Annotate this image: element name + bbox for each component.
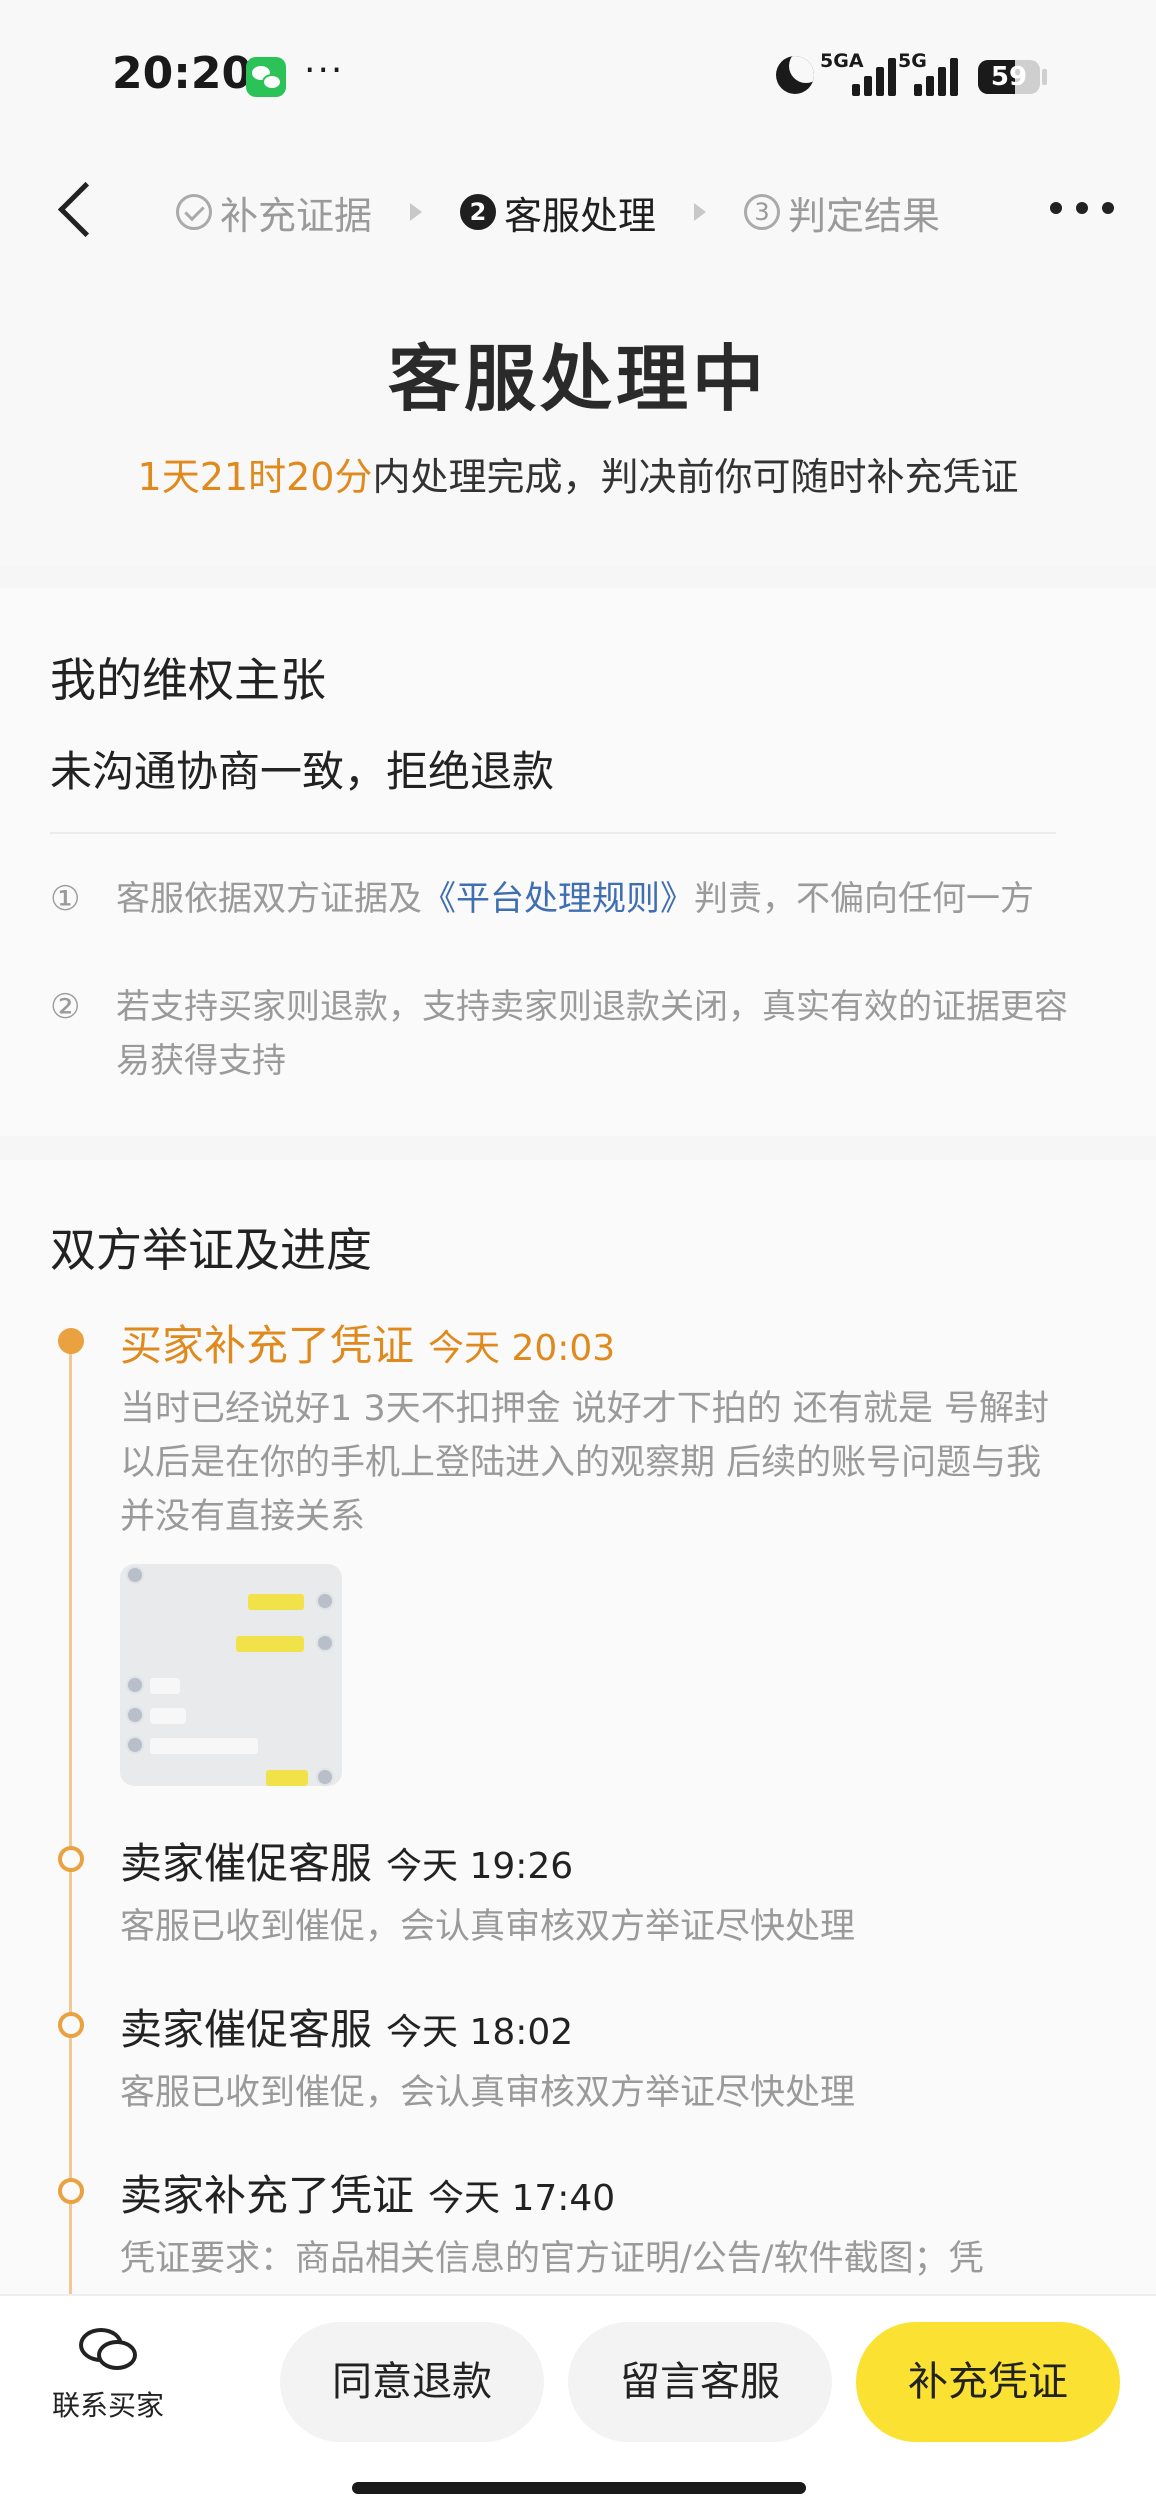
rule-number: ① (50, 879, 81, 919)
rule-item: ② 若支持买家则退款，支持卖家则退款关闭，真实有效的证据更容易获得支持 (50, 980, 1090, 1088)
step-supplement-evidence: 补充证据 (176, 185, 372, 240)
signal-icon-2 (914, 58, 962, 96)
step-label: 补充证据 (220, 193, 373, 238)
contact-buyer-button[interactable]: 联系买家 (40, 2326, 176, 2446)
wechat-icon (246, 57, 286, 97)
timeline-line (69, 1342, 72, 2294)
step-arrow-icon (410, 203, 423, 221)
timeline-head: 卖家催促客服 今天 19:26 (120, 1830, 573, 1891)
claim-text: 未沟通协商一致，拒绝退款 (50, 747, 555, 796)
home-indicator[interactable] (352, 2482, 806, 2494)
step-number-icon: 2 (460, 194, 497, 230)
step-arrow-icon (694, 203, 707, 221)
do-not-disturb-icon (776, 56, 814, 94)
step-judgement-result: 3 判定结果 (744, 185, 940, 240)
signal-icon-1 (852, 58, 900, 96)
divider (50, 832, 1056, 834)
rule-text: 客服依据双方证据及《平台处理规则》判责，不偏向任何一方 (116, 872, 1090, 926)
timeline-desc: 当时已经说好1 3天不扣押金 说好才下拍的 还有就是 号解封以后是在你的手机上登… (120, 1389, 1050, 1537)
bottom-action-bar: 联系买家 同意退款 留言客服 补充凭证 (0, 2294, 1156, 2510)
progress-title: 双方举证及进度 (50, 1223, 372, 1277)
battery-icon: 59 (978, 60, 1040, 94)
agree-refund-button[interactable]: 同意退款 (280, 2322, 544, 2442)
nav-bar: 补充证据 2 客服处理 3 判定结果 (0, 150, 1156, 270)
countdown: 1天21时20分 (137, 455, 373, 499)
timeline-title: 卖家催促客服 (120, 2005, 373, 2054)
timeline-dot-icon (58, 1328, 84, 1354)
status-bar: 20:20 ··· 5GA 5G 59 (0, 0, 1156, 150)
step-label: 客服处理 (504, 193, 657, 238)
timeline-time: 今天 18:02 (386, 2012, 574, 2053)
timeline-title: 买家补充了凭证 (120, 1321, 415, 1370)
more-options-button[interactable] (1050, 202, 1114, 220)
claim-title: 我的维权主张 (50, 653, 326, 707)
back-button[interactable] (48, 176, 108, 244)
step-number-icon: 3 (744, 194, 781, 230)
message-service-button[interactable]: 留言客服 (568, 2322, 832, 2442)
timeline-time: 今天 17:40 (428, 2178, 616, 2219)
contact-buyer-label: 联系买家 (51, 2389, 164, 2422)
rule-item: ① 客服依据双方证据及《平台处理规则》判责，不偏向任何一方 (50, 872, 1090, 926)
rule-text-post: 判责，不偏向任何一方 (694, 879, 1034, 919)
timeline-desc: 凭证要求：商品相关信息的官方证明/公告/软件截图；凭 (120, 2239, 984, 2279)
check-circle-icon (176, 194, 212, 230)
progress-card: 双方举证及进度 买家补充了凭证 今天 20:03 当时已经说好1 3天不扣押金 说… (0, 1160, 1156, 2294)
timeline-title: 卖家补充了凭证 (120, 2171, 415, 2220)
supplement-evidence-button[interactable]: 补充凭证 (856, 2322, 1120, 2442)
status-header: 客服处理中 1天21时20分内处理完成，判决前你可随时补充凭证 (0, 270, 1156, 566)
timeline-dot-icon (58, 2012, 84, 2038)
claim-card: 我的维权主张 未沟通协商一致，拒绝退款 ① 客服依据双方证据及《平台处理规则》判… (0, 588, 1156, 1136)
status-time: 20:20 (112, 48, 253, 99)
platform-rules-link[interactable]: 《平台处理规则》 (422, 879, 694, 919)
timeline-dot-icon (58, 1846, 84, 1872)
timeline-time: 今天 20:03 (428, 1328, 616, 1369)
rule-number: ② (50, 987, 81, 1027)
battery-tip (1042, 69, 1047, 85)
progress-steps: 补充证据 2 客服处理 3 判定结果 (176, 186, 940, 238)
timeline-head: 买家补充了凭证 今天 20:03 (120, 1312, 615, 1373)
chat-icon (79, 2326, 137, 2374)
step-service-processing: 2 客服处理 (460, 185, 656, 240)
timeline-title: 卖家催促客服 (120, 1839, 373, 1888)
more-notifications-icon: ··· (304, 50, 345, 91)
timeline-time: 今天 19:26 (386, 1846, 574, 1887)
rule-text-pre: 客服依据双方证据及 (116, 879, 422, 919)
timeline-head: 卖家补充了凭证 今天 17:40 (120, 2162, 615, 2223)
timeline-desc: 客服已收到催促，会认真审核双方举证尽快处理 (120, 1907, 856, 1947)
step-label: 判定结果 (788, 193, 941, 238)
battery-level: 59 (990, 62, 1028, 92)
rule-text: 若支持买家则退款，支持卖家则退款关闭，真实有效的证据更容易获得支持 (116, 987, 1068, 1081)
timeline-dot-icon (58, 2178, 84, 2204)
subtitle-text: 内处理完成，判决前你可随时补充凭证 (372, 455, 1019, 499)
status-subtitle: 1天21时20分内处理完成，判决前你可随时补充凭证 (0, 446, 1156, 501)
timeline-head: 卖家催促客服 今天 18:02 (120, 1996, 573, 2057)
page-title: 客服处理中 (387, 337, 768, 421)
timeline-desc: 客服已收到催促，会认真审核双方举证尽快处理 (120, 2073, 856, 2113)
evidence-image[interactable] (120, 1564, 342, 1786)
